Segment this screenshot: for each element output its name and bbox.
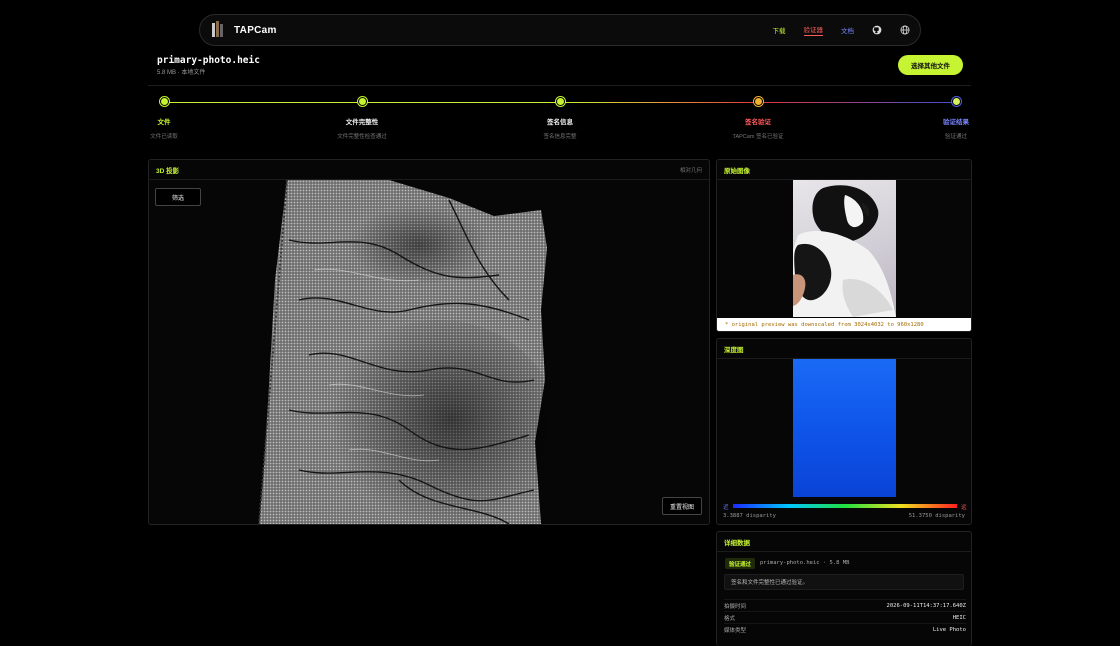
detail-row: 拍摄时间 2026-09-11T14:37:17.640Z: [724, 599, 966, 611]
detail-value: HEIC: [952, 614, 966, 621]
brand-name[interactable]: TAPCam: [234, 25, 277, 36]
reset-view-button[interactable]: 重置视图: [662, 497, 702, 515]
details-panel: 详细数据 验证通过 primary-photo.heic · 5.8 MB 签名…: [716, 531, 972, 646]
detail-label: 格式: [724, 615, 736, 622]
detail-value: Live Photo: [932, 626, 966, 633]
original-image-panel: 原始图像 * original preview was downscaled f…: [716, 159, 972, 332]
3d-point-cloud-canvas[interactable]: [149, 180, 709, 524]
step-subtitle: 签名信息完整: [543, 134, 577, 140]
near-label: 近: [723, 505, 729, 511]
projection-title: 3D 投影: [156, 167, 180, 175]
step-title: 签名验证: [745, 119, 771, 126]
details-message: 签名和文件完整性已通过验证。: [724, 574, 964, 590]
step-dot: [555, 97, 565, 106]
top-nav: TAPCam 下载 验证器 文档: [199, 14, 921, 46]
step-subtitle: TAPCam 签名已验证: [732, 134, 784, 140]
depth-map-image: [793, 359, 896, 497]
depth-color-scale: [733, 504, 957, 508]
nav-verifier-link[interactable]: 验证器: [803, 24, 823, 36]
downscale-note: * original preview was downscaled from 3…: [717, 318, 971, 331]
detail-label: 媒体类型: [724, 627, 747, 634]
verified-badge: 验证通过: [725, 558, 756, 569]
file-name: primary-photo.heic: [157, 55, 260, 66]
detail-row: 格式 HEIC: [724, 611, 966, 623]
detail-value: 2026-09-11T14:37:17.640Z: [886, 602, 966, 609]
step-title: 验证结果: [943, 119, 969, 126]
details-summary: primary-photo.heic · 5.8 MB: [760, 560, 850, 566]
globe-icon[interactable]: [900, 25, 910, 35]
dog-photo-preview: [793, 180, 896, 317]
step-title: 文件完整性: [345, 119, 379, 126]
nav-download-link[interactable]: 下载: [773, 25, 786, 35]
step-title: 文件: [157, 119, 171, 126]
far-label: 远: [961, 505, 967, 511]
step-dot: [357, 97, 367, 106]
github-icon[interactable]: [872, 25, 882, 35]
step-3: 签名信息签名信息完整: [500, 97, 620, 140]
depth-max-value: 51.3750 disparity: [908, 513, 965, 519]
projection-tag: 相对几何: [679, 167, 702, 174]
step-4: 签名验证 TAPCam 签名已验证: [698, 97, 818, 140]
file-meta: 5.8 MB · 本地文件: [157, 70, 206, 76]
step-dot: [753, 97, 763, 106]
tapcam-logo-icon[interactable]: [210, 21, 224, 39]
original-image-title: 原始图像: [724, 167, 750, 175]
nav-docs-link[interactable]: 文档: [841, 25, 854, 35]
depth-min-value: 3.3887 disparity: [723, 513, 776, 519]
step-2: 文件完整性文件完整性检查通过: [302, 97, 422, 140]
step-dot: [159, 97, 169, 106]
step-subtitle: 文件完整性检查通过: [337, 134, 387, 140]
detail-row: 媒体类型 Live Photo: [724, 623, 966, 635]
step-5: 验证结果 验证通过: [896, 97, 1016, 140]
filter-button[interactable]: 筛选: [155, 188, 201, 206]
depth-map-title: 深度图: [724, 346, 744, 354]
projection-panel: 3D 投影 相对几何 筛选 重置视图: [148, 159, 710, 525]
step-1: 文件 文件已读取: [104, 97, 224, 140]
step-subtitle: 验证通过: [944, 134, 967, 140]
step-dot: [951, 97, 961, 106]
details-title: 详细数据: [724, 539, 750, 547]
step-title: 签名信息: [547, 119, 573, 126]
divider: [148, 85, 971, 86]
detail-label: 拍摄时间: [724, 603, 747, 610]
step-subtitle: 文件已读取: [150, 134, 178, 140]
choose-other-file-button[interactable]: 选择其他文件: [898, 55, 963, 75]
depth-map-panel: 深度图 近 远 3.3887 disparity 51.3750 dispari…: [716, 338, 972, 525]
